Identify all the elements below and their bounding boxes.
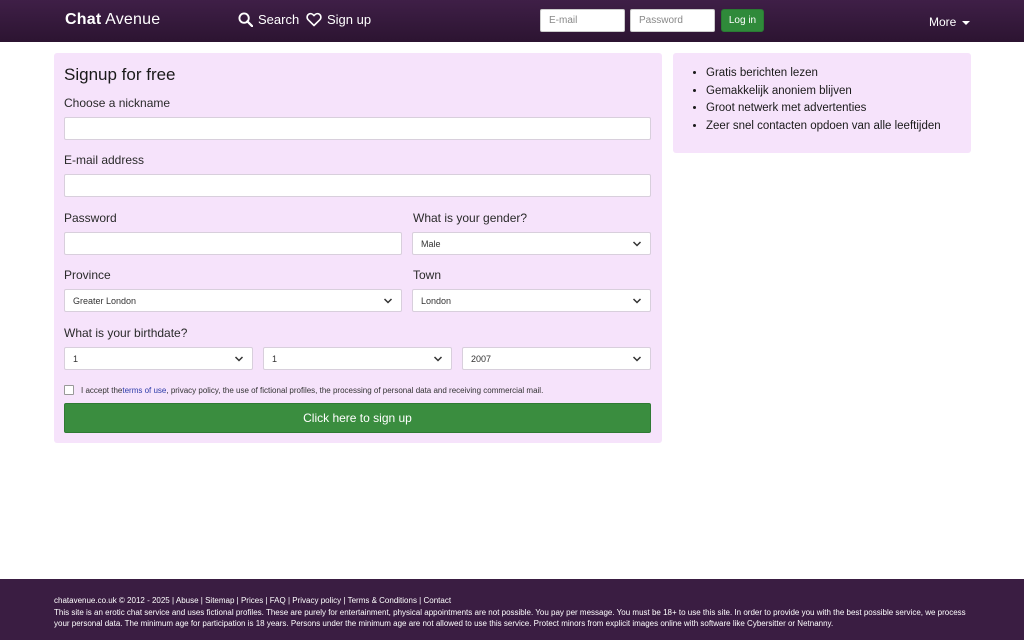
password-label: Password	[64, 211, 117, 225]
gender-label: What is your gender?	[413, 211, 528, 225]
birth-day-select[interactable]: 1	[64, 347, 253, 370]
gender-value: Male	[421, 239, 441, 249]
benefits-list: Gratis berichten lezen Gemakkelijk anoni…	[706, 65, 941, 135]
footer-link-privacy[interactable]: Privacy policy	[292, 596, 341, 605]
gender-select[interactable]: Male	[412, 232, 651, 255]
heart-icon	[306, 12, 322, 27]
footer-link-terms[interactable]: Terms & Conditions	[348, 596, 417, 605]
terms-of-use-link[interactable]: terms of use	[122, 386, 166, 395]
chevron-down-icon	[383, 298, 393, 304]
benefit-item: Groot netwerk met advertenties	[706, 100, 941, 118]
birth-month-select[interactable]: 1	[263, 347, 452, 370]
footer-link-abuse[interactable]: Abuse	[176, 596, 199, 605]
more-menu[interactable]: More	[929, 15, 970, 29]
terms-acceptance: I accept the terms of use, privacy polic…	[64, 385, 543, 395]
top-navbar: Chat Avenue Search Sign up Log in More	[0, 0, 1024, 42]
login-button[interactable]: Log in	[721, 9, 764, 32]
footer-link-contact[interactable]: Contact	[423, 596, 451, 605]
signup-link[interactable]: Sign up	[306, 12, 371, 27]
birth-month-value: 1	[272, 354, 278, 364]
chevron-down-icon	[632, 298, 642, 304]
footer-link-prices[interactable]: Prices	[241, 596, 263, 605]
chevron-down-icon	[234, 356, 244, 362]
footer-link-sitemap[interactable]: Sitemap	[205, 596, 234, 605]
search-link[interactable]: Search	[238, 12, 299, 27]
more-label: More	[929, 15, 957, 29]
birth-year-value: 2007	[471, 354, 492, 364]
chevron-down-icon	[632, 241, 642, 247]
signup-submit-button[interactable]: Click here to sign up	[64, 403, 651, 433]
town-label: Town	[413, 268, 442, 282]
birthdate-label: What is your birthdate?	[64, 326, 188, 340]
login-password-input[interactable]	[630, 9, 715, 32]
search-link-label: Search	[258, 12, 300, 27]
footer-links: chatavenue.co.uk © 2012 - 2025 | Abuse |…	[54, 596, 452, 605]
login-email-input[interactable]	[540, 9, 625, 32]
town-value: London	[421, 296, 452, 306]
benefit-item: Zeer snel contacten opdoen van alle leef…	[706, 118, 941, 136]
birth-year-select[interactable]: 2007	[462, 347, 651, 370]
province-value: Greater London	[73, 296, 137, 306]
nickname-label: Choose a nickname	[64, 96, 171, 110]
search-icon	[238, 12, 253, 27]
birth-day-value: 1	[73, 354, 79, 364]
terms-text-prefix: I accept the	[81, 385, 123, 395]
province-select[interactable]: Greater London	[64, 289, 402, 312]
town-select[interactable]: London	[412, 289, 651, 312]
email-label: E-mail address	[64, 153, 145, 167]
brand-logo[interactable]: Chat Avenue	[65, 11, 160, 29]
signup-link-label: Sign up	[327, 12, 372, 27]
footer-link-faq[interactable]: FAQ	[270, 596, 286, 605]
terms-text-suffix: , privacy policy, the use of fictional p…	[166, 385, 544, 395]
signup-panel: Signup for free Choose a nickname E-mail…	[54, 53, 662, 443]
footer-disclaimer: This site is an erotic chat service and …	[54, 607, 966, 629]
benefits-panel: Gratis berichten lezen Gemakkelijk anoni…	[673, 53, 971, 153]
province-label: Province	[64, 268, 111, 282]
footer-copyright: chatavenue.co.uk © 2012 - 2025	[54, 596, 170, 605]
footer: chatavenue.co.uk © 2012 - 2025 | Abuse |…	[0, 579, 1024, 640]
terms-checkbox[interactable]	[64, 385, 74, 395]
signup-title: Signup for free	[64, 65, 176, 84]
password-input[interactable]	[64, 232, 402, 255]
chevron-down-icon	[632, 356, 642, 362]
benefit-item: Gemakkelijk anoniem blijven	[706, 83, 941, 101]
caret-down-icon	[961, 20, 970, 25]
nickname-input[interactable]	[64, 117, 651, 140]
benefit-item: Gratis berichten lezen	[706, 65, 941, 83]
email-input[interactable]	[64, 174, 651, 197]
chevron-down-icon	[433, 356, 443, 362]
